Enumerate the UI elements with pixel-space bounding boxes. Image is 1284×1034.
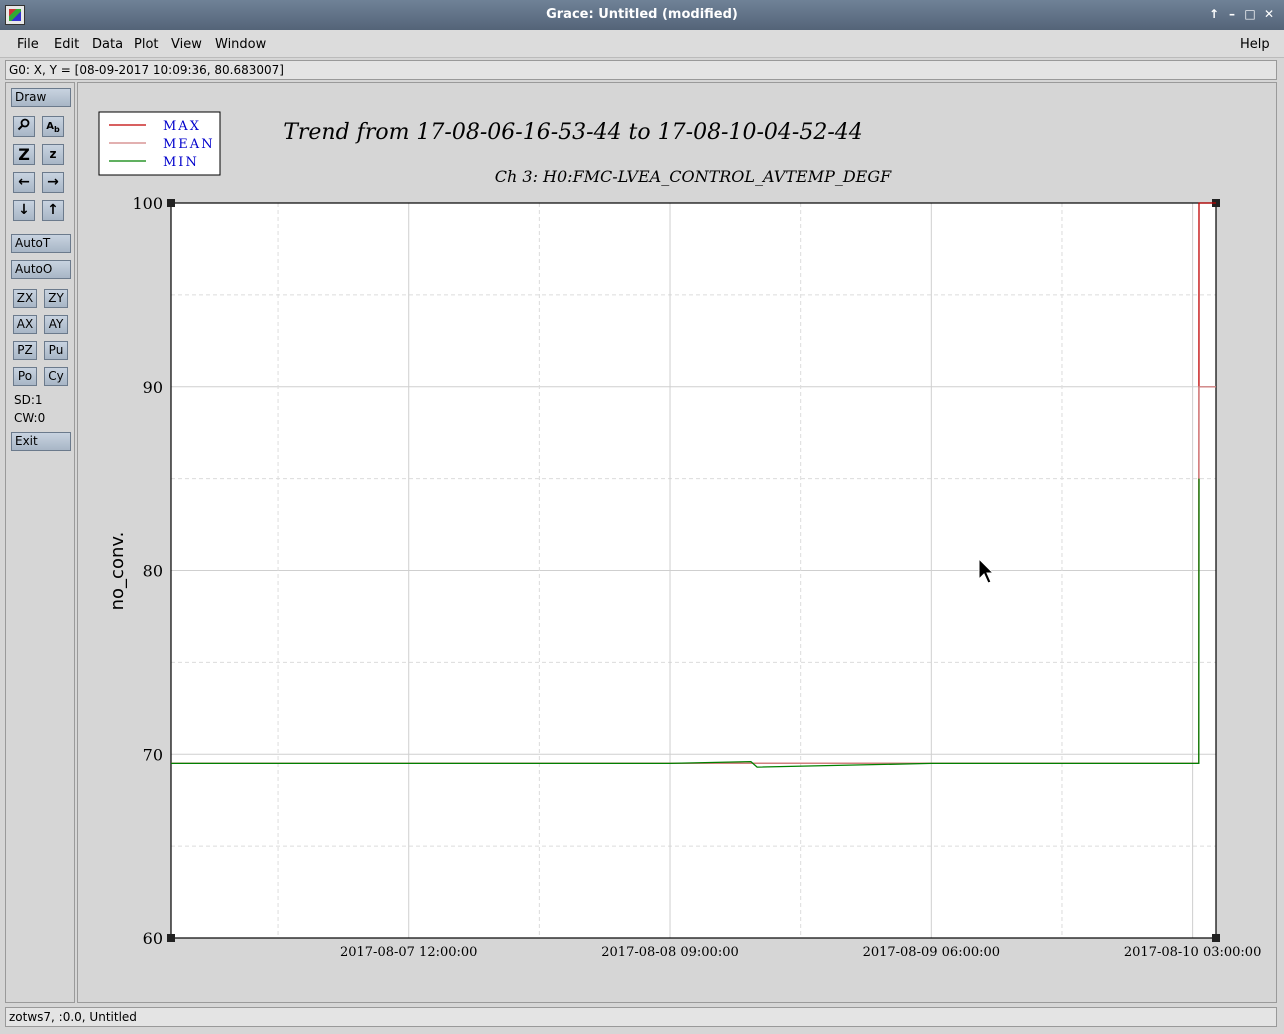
y-tick-label: 80 [143, 562, 163, 581]
window-close-button[interactable]: ✕ [1261, 6, 1277, 22]
autot-button[interactable]: AutoT [11, 234, 71, 253]
window-titlebar: Grace: Untitled (modified) ↑ – □ ✕ [0, 0, 1284, 30]
menu-file[interactable]: File [17, 37, 39, 52]
selection-handle [167, 199, 175, 207]
zx-button[interactable]: ZX [13, 289, 37, 308]
x-tick-labels: 2017-08-07 12:00:00 2017-08-08 09:00:00 20… [340, 945, 1261, 960]
ay-button[interactable]: AY [44, 315, 68, 334]
text-tool-icon[interactable]: Ab [42, 116, 64, 137]
window-raise-button[interactable]: ↑ [1206, 6, 1222, 22]
po-button[interactable]: Po [13, 367, 37, 386]
window-title: Grace: Untitled (modified) [546, 7, 738, 22]
scroll-left-icon[interactable]: ← [13, 172, 35, 193]
menubar: File Edit Data Plot View Window Help [0, 30, 1284, 58]
zoom-out-z-icon[interactable]: z [42, 144, 64, 165]
zoom-in-z-icon[interactable]: Z [13, 144, 35, 165]
cy-button[interactable]: Cy [44, 367, 68, 386]
menu-data[interactable]: Data [92, 37, 123, 52]
legend-label: MEAN [163, 137, 215, 152]
grid-lines [171, 202, 1216, 939]
exit-button[interactable]: Exit [11, 432, 71, 451]
chart-title: Trend from 17-08-06-16-53-44 to 17-08-10… [283, 120, 863, 145]
legend-label: MAX [163, 119, 201, 134]
zy-button[interactable]: ZY [44, 289, 68, 308]
y-tick-label: 70 [143, 745, 163, 764]
window-maximize-button[interactable]: □ [1242, 6, 1258, 22]
autoo-button[interactable]: AutoO [11, 260, 71, 279]
menu-edit[interactable]: Edit [54, 37, 79, 52]
locator-readout: G0: X, Y = [08-09-2017 10:09:36, 80.6830… [5, 60, 1277, 80]
menu-view[interactable]: View [171, 37, 202, 52]
menu-window[interactable]: Window [215, 37, 266, 52]
scroll-right-icon[interactable]: → [42, 172, 64, 193]
selection-handle [167, 934, 175, 942]
y-tick-label: 60 [143, 929, 163, 948]
ax-button[interactable]: AX [13, 315, 37, 334]
legend: MAX MEAN MIN [98, 111, 221, 176]
selection-handle [1212, 934, 1220, 942]
y-tick-label: 100 [132, 194, 163, 213]
pz-button[interactable]: PZ [13, 341, 37, 360]
legend-label: MIN [163, 155, 199, 170]
magnifier-icon [17, 118, 30, 131]
menu-plot[interactable]: Plot [134, 37, 159, 52]
x-tick-label: 2017-08-08 09:00:00 [601, 945, 738, 960]
y-tick-label: 90 [143, 378, 163, 397]
y-tick-labels: 100 90 80 70 60 [132, 194, 163, 948]
x-tick-label: 2017-08-09 06:00:00 [863, 945, 1000, 960]
x-tick-label: 2017-08-10 03:00:00 [1124, 945, 1261, 960]
y-axis-label: no_conv. [107, 532, 128, 611]
draw-button[interactable]: Draw [11, 88, 71, 107]
current-world-label: CW:0 [14, 411, 46, 425]
x-tick-label: 2017-08-07 12:00:00 [340, 945, 477, 960]
trend-chart: 10090807060 2017-08-07 12:00:00 2017-08-0… [98, 111, 1261, 960]
scroll-up-icon[interactable]: ↑ [42, 200, 64, 221]
chart-subtitle: Ch 3: H0:FMC-LVEA_CONTROL_AVTEMP_DEGF [495, 167, 892, 186]
pu-button[interactable]: Pu [44, 341, 68, 360]
window-minimize-button[interactable]: – [1224, 6, 1240, 22]
menu-help[interactable]: Help [1240, 37, 1270, 52]
scroll-down-icon[interactable]: ↓ [13, 200, 35, 221]
zoom-icon[interactable] [13, 116, 35, 137]
set-count-label: SD:1 [14, 393, 43, 407]
tool-panel: Draw Ab Z z ← → ↓ ↑ AutoT AutoO ZX ZY AX… [5, 82, 75, 1003]
status-bar: zotws7, :0.0, Untitled [5, 1007, 1277, 1027]
plot-canvas[interactable]: 100 90 80 70 60 2017-08-07 12:00:00 2017-08-0… [77, 82, 1277, 1003]
